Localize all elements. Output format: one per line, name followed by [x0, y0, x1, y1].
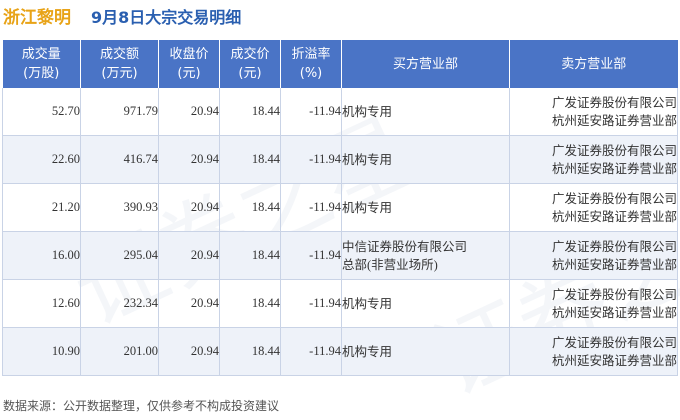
header-seller: 卖方营业部 — [509, 40, 678, 88]
volume-cell: 16.00 — [2, 231, 81, 280]
price-cell: 18.44 — [219, 279, 281, 328]
amount-cell: 232.34 — [80, 279, 159, 328]
header-volume: 成交量 (万股) — [2, 40, 81, 88]
buyer-line: 机构专用 — [342, 152, 393, 167]
seller-line: 广发证券股份有限公司 — [551, 287, 677, 302]
block-trade-table: 成交量 (万股) 成交额 (万元) 收盘价 (元) 成交价 (元) 折溢率 (%) 买方营业部 卖方营… — [2, 40, 678, 376]
header-label: 成交量 — [21, 47, 61, 62]
amount-cell: 295.04 — [80, 231, 159, 280]
close-cell: 20.94 — [158, 231, 220, 280]
seller-line: 广发证券股份有限公司 — [551, 335, 677, 350]
buyer-line: 机构专用 — [342, 104, 393, 119]
header-close: 收盘价 (元) — [158, 40, 220, 88]
table-row: 52.70 971.79 20.94 18.44 -11.94 机构专用 广发证券股份有限公… — [2, 88, 678, 136]
price-cell: 18.44 — [219, 327, 281, 376]
seller-line: 杭州延安路证券营业部 — [551, 113, 677, 128]
seller-line: 广发证券股份有限公司 — [551, 191, 677, 206]
buyer-cell: 机构专用 — [341, 183, 510, 232]
seller-line: 广发证券股份有限公司 — [551, 95, 677, 110]
header-premium: 折溢率 (%) — [280, 40, 342, 88]
close-cell: 20.94 — [158, 135, 220, 184]
buyer-line: 总部(非营业场所) — [342, 257, 438, 272]
seller-cell: 广发证券股份有限公司 杭州延安路证券营业部 — [509, 135, 678, 184]
header-label: (万元) — [101, 66, 138, 81]
buyer-cell: 机构专用 — [341, 88, 510, 136]
seller-line: 杭州延安路证券营业部 — [551, 257, 677, 272]
seller-line: 广发证券股份有限公司 — [551, 143, 677, 158]
buyer-cell: 机构专用 — [341, 279, 510, 328]
seller-cell: 广发证券股份有限公司 杭州延安路证券营业部 — [509, 231, 678, 280]
volume-cell: 22.60 — [2, 135, 81, 184]
amount-cell: 416.74 — [80, 135, 159, 184]
header-label: (元) — [238, 66, 262, 81]
header-label: (%) — [299, 66, 323, 81]
amount-cell: 201.00 — [80, 327, 159, 376]
seller-cell: 广发证券股份有限公司 杭州延安路证券营业部 — [509, 279, 678, 328]
buyer-line: 中信证券股份有限公司 — [342, 239, 468, 254]
price-cell: 18.44 — [219, 135, 281, 184]
table-header-row: 成交量 (万股) 成交额 (万元) 收盘价 (元) 成交价 (元) 折溢率 (%) 买方营业部 卖方营… — [2, 40, 678, 88]
seller-cell: 广发证券股份有限公司 杭州延安路证券营业部 — [509, 88, 678, 136]
header-buyer: 买方营业部 — [341, 40, 510, 88]
seller-line: 广发证券股份有限公司 — [551, 239, 677, 254]
title-bar: 浙江黎明 9月8日大宗交易明细 — [0, 0, 680, 32]
buyer-cell: 中信证券股份有限公司 总部(非营业场所) — [341, 231, 510, 280]
close-cell: 20.94 — [158, 327, 220, 376]
price-cell: 18.44 — [219, 183, 281, 232]
seller-line: 杭州延安路证券营业部 — [551, 161, 677, 176]
premium-cell: -11.94 — [280, 183, 342, 232]
header-amount: 成交额 (万元) — [80, 40, 159, 88]
table-row: 16.00 295.04 20.94 18.44 -11.94 中信证券股份有限公司 总部(… — [2, 231, 678, 280]
volume-cell: 10.90 — [2, 327, 81, 376]
seller-cell: 广发证券股份有限公司 杭州延安路证券营业部 — [509, 183, 678, 232]
header-label: (万股) — [23, 66, 60, 81]
header-label: 成交价 — [230, 47, 270, 62]
buyer-line: 机构专用 — [342, 344, 393, 359]
premium-cell: -11.94 — [280, 279, 342, 328]
table-row: 12.60 232.34 20.94 18.44 -11.94 机构专用 广发证券股份有限公… — [2, 279, 678, 328]
close-cell: 20.94 — [158, 88, 220, 136]
table-row: 21.20 390.93 20.94 18.44 -11.94 机构专用 广发证券股份有限公… — [2, 183, 678, 232]
close-cell: 20.94 — [158, 279, 220, 328]
buyer-cell: 机构专用 — [341, 327, 510, 376]
buyer-line: 机构专用 — [342, 296, 393, 311]
premium-cell: -11.94 — [280, 135, 342, 184]
price-cell: 18.44 — [219, 88, 281, 136]
premium-cell: -11.94 — [280, 88, 342, 136]
price-cell: 18.44 — [219, 231, 281, 280]
table-row: 22.60 416.74 20.94 18.44 -11.94 机构专用 广发证券股份有限公… — [2, 135, 678, 184]
premium-cell: -11.94 — [280, 231, 342, 280]
close-cell: 20.94 — [158, 183, 220, 232]
page-title: 9月8日大宗交易明细 — [91, 8, 242, 27]
seller-cell: 广发证券股份有限公司 杭州延安路证券营业部 — [509, 327, 678, 376]
header-label: 成交额 — [99, 47, 139, 62]
seller-line: 杭州延安路证券营业部 — [551, 209, 677, 224]
header-label: (元) — [177, 66, 201, 81]
amount-cell: 971.79 — [80, 88, 159, 136]
volume-cell: 12.60 — [2, 279, 81, 328]
header-label: 卖方营业部 — [561, 56, 627, 72]
header-label: 买方营业部 — [392, 56, 458, 72]
volume-cell: 52.70 — [2, 88, 81, 136]
seller-line: 杭州延安路证券营业部 — [551, 353, 677, 368]
header-price: 成交价 (元) — [219, 40, 281, 88]
premium-cell: -11.94 — [280, 327, 342, 376]
buyer-cell: 机构专用 — [341, 135, 510, 184]
header-label: 折溢率 — [291, 47, 331, 62]
table-row: 10.90 201.00 20.94 18.44 -11.94 机构专用 广发证券股份有限公… — [2, 327, 678, 376]
buyer-line: 机构专用 — [342, 200, 393, 215]
stock-name: 浙江黎明 — [3, 8, 71, 28]
seller-line: 杭州延安路证券营业部 — [551, 305, 677, 320]
header-label: 收盘价 — [169, 47, 209, 62]
volume-cell: 21.20 — [2, 183, 81, 232]
amount-cell: 390.93 — [80, 183, 159, 232]
data-source-note: 数据来源：公开数据整理，仅供参考不构成投资建议 — [3, 399, 280, 413]
